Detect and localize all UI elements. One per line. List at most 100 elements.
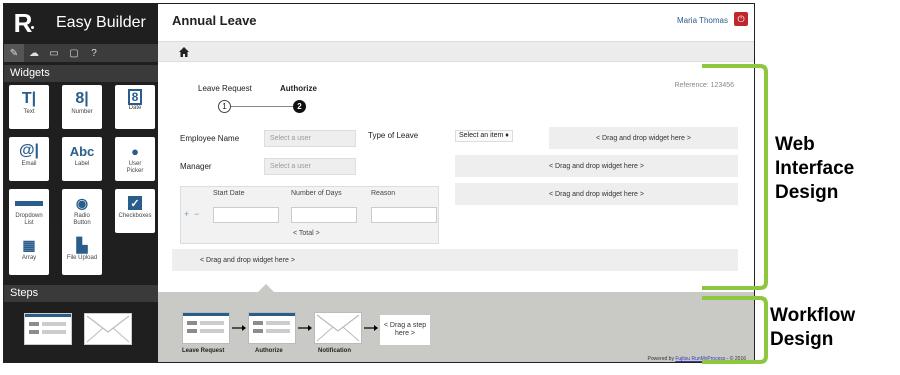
step-circle[interactable]: 1 xyxy=(218,100,231,113)
logo-letter: R xyxy=(13,7,33,38)
array-icon: ▦ xyxy=(22,236,36,253)
caption-line: Design xyxy=(775,182,839,203)
arrow-icon xyxy=(364,325,378,331)
table-header: Number of Days xyxy=(291,190,342,197)
widget-email[interactable]: @| Email xyxy=(9,137,49,181)
number-icon: 8| xyxy=(75,90,89,107)
form-canvas: Leave Request Authorize 1 2 Reference: 1… xyxy=(158,62,754,292)
widget-label: File Upload xyxy=(66,255,98,261)
workflow-step-label: Authorize xyxy=(255,348,283,354)
caption-line: Interface xyxy=(775,158,855,179)
widget-label: Array xyxy=(21,255,37,261)
radio-icon: ◉ xyxy=(75,194,89,211)
days-input[interactable] xyxy=(291,207,357,223)
email-icon: @| xyxy=(18,142,40,159)
arrow-icon xyxy=(298,325,312,331)
workflow-step-label: Notification xyxy=(318,348,351,354)
workflow-panel: Leave Request Authorize Notification < D… xyxy=(158,284,754,362)
leave-type-select[interactable]: Select an item ♦ xyxy=(455,130,513,142)
widget-radio[interactable]: ◉ Radio Button xyxy=(62,189,102,233)
employee-label: Employee Name xyxy=(180,134,240,143)
folder-icon[interactable]: ▭ xyxy=(44,44,64,62)
step-label[interactable]: Leave Request xyxy=(198,84,252,93)
design-brackets xyxy=(702,64,768,364)
widget-label: Email xyxy=(21,161,37,167)
caption-line: Workflow xyxy=(770,305,856,326)
power-icon[interactable]: ⏻ xyxy=(734,12,748,26)
cloud-icon[interactable]: ☁ xyxy=(24,44,44,62)
steps-title: Steps xyxy=(4,285,158,302)
workflow-step[interactable] xyxy=(314,312,362,344)
caption-line: Design xyxy=(770,329,834,350)
nav-bar xyxy=(158,42,754,62)
label-icon: Abc xyxy=(69,143,95,159)
drop-zone[interactable]: < Drag and drop widget here > xyxy=(455,183,738,205)
drop-zone[interactable]: < Drag and drop widget here > xyxy=(172,249,738,271)
date-icon: 8 xyxy=(128,89,142,105)
widget-checkboxes[interactable]: ✓ Checkboxes xyxy=(115,189,155,233)
widget-label: Radio Button xyxy=(73,213,91,226)
drop-step-zone[interactable]: < Drag a step here > xyxy=(380,315,430,345)
widget-date[interactable]: 8 Date xyxy=(115,85,155,129)
widget-label: Label xyxy=(74,161,90,167)
widget-text[interactable]: T| Text xyxy=(9,85,49,129)
page-title: Annual Leave xyxy=(172,13,257,28)
widgets-title: Widgets xyxy=(4,65,158,82)
widget-label: Dropdown List xyxy=(15,213,43,226)
add-row-icon[interactable]: + xyxy=(184,209,189,219)
pencil-icon[interactable]: ✎ xyxy=(4,44,24,62)
app-title: Easy Builder xyxy=(56,14,146,31)
widget-dropdown[interactable]: Dropdown List xyxy=(9,189,49,233)
sidebar-toolbar: ✎ ☁ ▭ ▢ ? xyxy=(4,44,158,62)
table-header: Reason xyxy=(371,190,396,197)
steps-palette xyxy=(4,302,158,362)
step-indicator: Leave Request Authorize 1 2 xyxy=(198,84,328,124)
help-icon[interactable]: ? xyxy=(84,44,104,62)
user-name[interactable]: Maria Thomas xyxy=(677,16,728,25)
start-date-input[interactable] xyxy=(213,207,279,223)
widget-label: Number xyxy=(71,109,93,115)
step-form-thumb[interactable] xyxy=(24,313,72,345)
text-icon: T| xyxy=(21,90,37,107)
caption-line: Web xyxy=(775,134,815,155)
widget-label: Checkboxes xyxy=(118,213,152,219)
drop-zone[interactable]: < Drag and drop widget here > xyxy=(455,155,738,177)
leave-type-label: Type of Leave xyxy=(368,131,419,140)
checkbox-icon: ✓ xyxy=(128,193,142,213)
manager-field[interactable]: Select a user xyxy=(264,158,356,175)
workflow-design-caption: Workflow Design xyxy=(770,304,855,352)
workflow-step-label: Leave Request xyxy=(182,348,225,354)
manager-label: Manager xyxy=(180,162,212,171)
user-picker-icon: ● xyxy=(131,143,139,159)
sidebar: R Easy Builder ✎ ☁ ▭ ▢ ? Widgets T| Text… xyxy=(4,4,158,362)
widget-file-upload[interactable]: ▙ File Upload xyxy=(62,231,102,275)
widget-label: Text xyxy=(23,109,35,115)
credit-prefix: Powered by xyxy=(647,356,676,362)
app-window: R Easy Builder ✎ ☁ ▭ ▢ ? Widgets T| Text… xyxy=(3,3,755,363)
widget-number[interactable]: 8| Number xyxy=(62,85,102,129)
file-upload-icon: ▙ xyxy=(76,236,88,253)
chat-icon[interactable]: ▢ xyxy=(64,44,84,62)
step-label[interactable]: Authorize xyxy=(280,84,317,93)
home-icon[interactable] xyxy=(178,46,190,58)
widget-label: User Picker xyxy=(126,161,144,174)
logo-bar: R Easy Builder xyxy=(4,4,158,42)
employee-field[interactable]: Select a user xyxy=(264,130,356,147)
widget-label[interactable]: Abc Label xyxy=(62,137,102,181)
step-circle[interactable]: 2 xyxy=(293,100,306,113)
reason-input[interactable] xyxy=(371,207,437,223)
dropdown-icon xyxy=(15,193,43,213)
table-header: Start Date xyxy=(213,190,245,197)
logo: R xyxy=(4,4,42,42)
workflow-step[interactable] xyxy=(182,312,230,344)
widget-user-picker[interactable]: ● User Picker xyxy=(115,137,155,181)
workflow-step[interactable] xyxy=(248,312,296,344)
leave-table: Start Date Number of Days Reason + − < T… xyxy=(180,186,439,244)
remove-row-icon[interactable]: − xyxy=(194,209,199,219)
widget-label: Date xyxy=(128,105,142,111)
web-design-caption: Web Interface Design xyxy=(775,133,854,205)
table-total: < Total > xyxy=(293,230,320,237)
arrow-icon xyxy=(232,325,246,331)
step-email-thumb[interactable] xyxy=(84,313,132,345)
widget-array[interactable]: ▦ Array xyxy=(9,231,49,275)
